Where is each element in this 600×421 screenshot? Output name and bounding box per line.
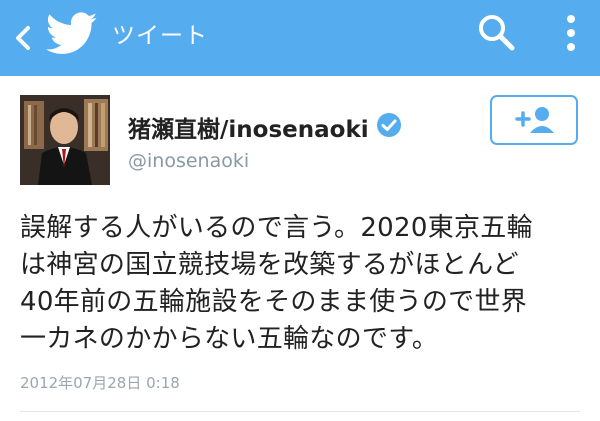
tweet-text-line: 誤解する人がいるので言う。2020東京五輪	[20, 213, 533, 243]
divider	[20, 411, 580, 412]
twitter-bird-icon	[46, 12, 98, 54]
add-user-icon	[515, 107, 554, 133]
tweet-text-line: は神宮の国立競技場を改築するがほとんど	[20, 250, 519, 280]
author-handle[interactable]: @inosenaoki	[128, 150, 249, 172]
more-vertical-icon[interactable]	[556, 10, 586, 56]
avatar-photo	[20, 95, 110, 185]
tweet-text-line: 40年前の五輪施設をそのまま使うので世界	[20, 287, 528, 317]
screen-title: ツイート	[112, 23, 208, 49]
avatar[interactable]	[20, 95, 110, 185]
tweet-text-line: 一カネのかからない五輪なのです。	[20, 324, 439, 354]
verified-badge-icon	[377, 113, 401, 137]
follow-button[interactable]	[490, 95, 578, 145]
tweet-text: 誤解する人がいるので言う。2020東京五輪 は神宮の国立競技場を改築するがほとん…	[20, 210, 585, 358]
tweet-timestamp: 2012年07月28日 0:18	[20, 374, 180, 392]
app-header: ツイート	[0, 0, 600, 76]
search-icon[interactable]	[474, 10, 518, 54]
author-name[interactable]: 猪瀬直樹/inosenaoki	[128, 110, 369, 144]
back-chevron-icon[interactable]	[8, 18, 38, 58]
